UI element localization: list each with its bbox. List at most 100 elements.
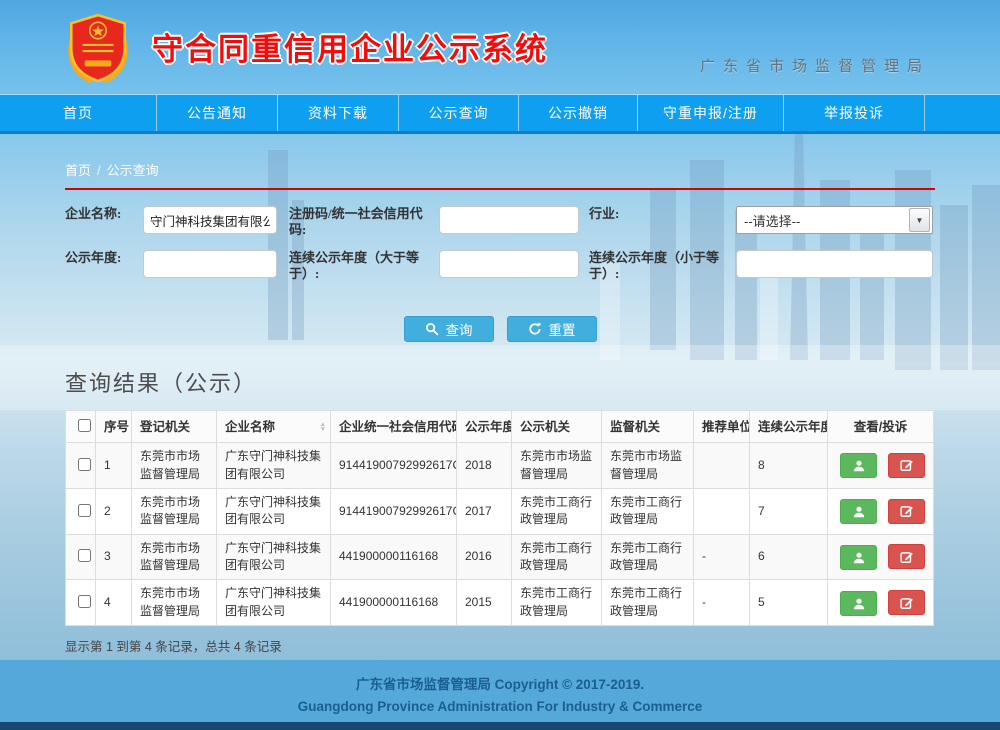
edit-icon [900, 550, 914, 564]
cell-reg-org: 东莞市市场监督管理局 [132, 580, 217, 626]
cell-sup-org: 东莞市工商行政管理局 [602, 534, 694, 580]
cell-company-name: 广东守门神科技集团有限公司 [217, 580, 331, 626]
cell-sup-org: 东莞市工商行政管理局 [602, 488, 694, 534]
industry-select-value: --请选择-- [737, 211, 909, 230]
cell-year: 2015 [457, 580, 512, 626]
nav-item-publicity-query[interactable]: 公示查询 [399, 95, 519, 131]
years-gte-input[interactable] [439, 250, 579, 278]
cell-recommend: - [694, 534, 750, 580]
record-summary: 显示第 1 到第 4 条记录，总共 4 条记录 [65, 636, 935, 655]
cell-company-name: 广东守门神科技集团有限公司 [217, 488, 331, 534]
view-button[interactable] [840, 545, 877, 570]
complaint-button[interactable] [888, 453, 925, 478]
cell-company-name: 广东守门神科技集团有限公司 [217, 534, 331, 580]
content: 首页/公示查询 企业名称: 注册码/统一社会信用代码: 行业: --请选择-- … [0, 134, 1000, 660]
view-button[interactable] [840, 591, 877, 616]
years-gte-label: 连续公示年度（大于等于）: [289, 250, 439, 282]
edit-icon [900, 504, 914, 518]
col-header-company-name-label: 企业名称 [225, 420, 275, 434]
col-header-years: 连续公示年度 [750, 411, 828, 443]
nav-item-home[interactable]: 首页 [0, 95, 157, 131]
agency-emblem-logo [62, 11, 134, 85]
industry-label: 行业: [589, 206, 736, 222]
col-header-recommend: 推荐单位 [694, 411, 750, 443]
cell-no: 3 [96, 534, 132, 580]
credit-code-label: 注册码/统一社会信用代码: [289, 206, 439, 238]
cell-credit-code: 91441900792992617C [331, 443, 457, 489]
cell-sup-org: 东莞市市场监督管理局 [602, 443, 694, 489]
complaint-button[interactable] [888, 590, 925, 615]
cell-years: 5 [750, 580, 828, 626]
cell-reg-org: 东莞市市场监督管理局 [132, 443, 217, 489]
sort-icon[interactable]: ▲ ▼ [320, 422, 326, 432]
search-form: 企业名称: 注册码/统一社会信用代码: 行业: --请选择-- ▼ 公示年度: … [65, 206, 935, 282]
reset-button-label: 重置 [549, 319, 576, 339]
main-nav: 首页 公告通知 资料下载 公示查询 公示撤销 守重申报/注册 举报投诉 [0, 94, 1000, 134]
red-divider [65, 188, 935, 190]
cell-credit-code: 441900000116168 [331, 534, 457, 580]
col-header-actions: 查看/投诉 [828, 411, 934, 443]
cell-recommend [694, 443, 750, 489]
company-name-label: 企业名称: [65, 206, 143, 222]
industry-select[interactable]: --请选择-- ▼ [736, 206, 933, 234]
table-row: 2 东莞市市场监督管理局 广东守门神科技集团有限公司 9144190079299… [66, 488, 934, 534]
row-checkbox[interactable] [78, 504, 91, 517]
complaint-button[interactable] [888, 544, 925, 569]
search-button[interactable]: 查询 [404, 316, 494, 342]
cell-pub-org: 东莞市工商行政管理局 [512, 488, 602, 534]
edit-icon [900, 458, 914, 472]
site-header: 守合同重信用企业公示系统 广东省市场监督管理局 [0, 0, 1000, 94]
form-row-1: 企业名称: 注册码/统一社会信用代码: 行业: --请选择-- ▼ [65, 206, 935, 238]
years-lte-input[interactable] [736, 250, 933, 278]
site-footer: 广东省市场监督管理局 Copyright © 2017-2019. Guangd… [0, 660, 1000, 722]
search-button-label: 查询 [446, 319, 473, 339]
cell-reg-org: 东莞市市场监督管理局 [132, 534, 217, 580]
cell-reg-org: 东莞市市场监督管理局 [132, 488, 217, 534]
select-all-checkbox[interactable] [78, 419, 91, 432]
cell-no: 1 [96, 443, 132, 489]
breadcrumb-current: 公示查询 [107, 163, 159, 178]
col-header-pub-org: 公示机关 [512, 411, 602, 443]
table-row: 3 东莞市市场监督管理局 广东守门神科技集团有限公司 4419000001161… [66, 534, 934, 580]
row-checkbox[interactable] [78, 549, 91, 562]
cell-no: 4 [96, 580, 132, 626]
row-checkbox[interactable] [78, 595, 91, 608]
chevron-down-icon[interactable]: ▼ [909, 208, 930, 232]
breadcrumb-home-link[interactable]: 首页 [65, 163, 91, 178]
view-button[interactable] [840, 499, 877, 524]
table-head: 序号 登记机关 企业名称 ▲ ▼ 企业统一社会信用代码 公示年度 公示机关 监督… [66, 411, 934, 443]
complaint-button[interactable] [888, 499, 925, 524]
nav-item-report-complaint[interactable]: 举报投诉 [784, 95, 925, 131]
publicity-year-input[interactable] [143, 250, 277, 278]
company-name-input[interactable] [143, 206, 277, 234]
cell-years: 7 [750, 488, 828, 534]
cell-no: 2 [96, 488, 132, 534]
cell-years: 6 [750, 534, 828, 580]
bottom-strip [0, 722, 1000, 730]
form-row-2: 公示年度: 连续公示年度（大于等于）: 连续公示年度（小于等于）: [65, 250, 935, 282]
cell-pub-org: 东莞市工商行政管理局 [512, 580, 602, 626]
nav-item-declare-register[interactable]: 守重申报/注册 [638, 95, 784, 131]
view-button[interactable] [840, 453, 877, 478]
publicity-year-label: 公示年度: [65, 250, 143, 266]
cell-recommend: - [694, 580, 750, 626]
footer-line1: 广东省市场监督管理局 Copyright © 2017-2019. [0, 660, 1000, 693]
cell-year: 2017 [457, 488, 512, 534]
cell-year: 2018 [457, 443, 512, 489]
site-title: 守合同重信用企业公示系统 [152, 24, 548, 69]
nav-item-downloads[interactable]: 资料下载 [278, 95, 399, 131]
credit-code-input[interactable] [439, 206, 579, 234]
footer-line2: Guangdong Province Administration For In… [0, 693, 1000, 714]
row-checkbox[interactable] [78, 458, 91, 471]
cell-recommend [694, 488, 750, 534]
reset-button[interactable]: 重置 [507, 316, 597, 342]
search-icon [425, 322, 439, 336]
nav-item-publicity-revoke[interactable]: 公示撤销 [519, 95, 638, 131]
cell-years: 8 [750, 443, 828, 489]
col-header-year: 公示年度 [457, 411, 512, 443]
cell-sup-org: 东莞市工商行政管理局 [602, 580, 694, 626]
breadcrumb: 首页/公示查询 [65, 160, 935, 179]
nav-item-announcements[interactable]: 公告通知 [157, 95, 278, 131]
cell-year: 2016 [457, 534, 512, 580]
col-header-company-name[interactable]: 企业名称 ▲ ▼ [217, 411, 331, 443]
